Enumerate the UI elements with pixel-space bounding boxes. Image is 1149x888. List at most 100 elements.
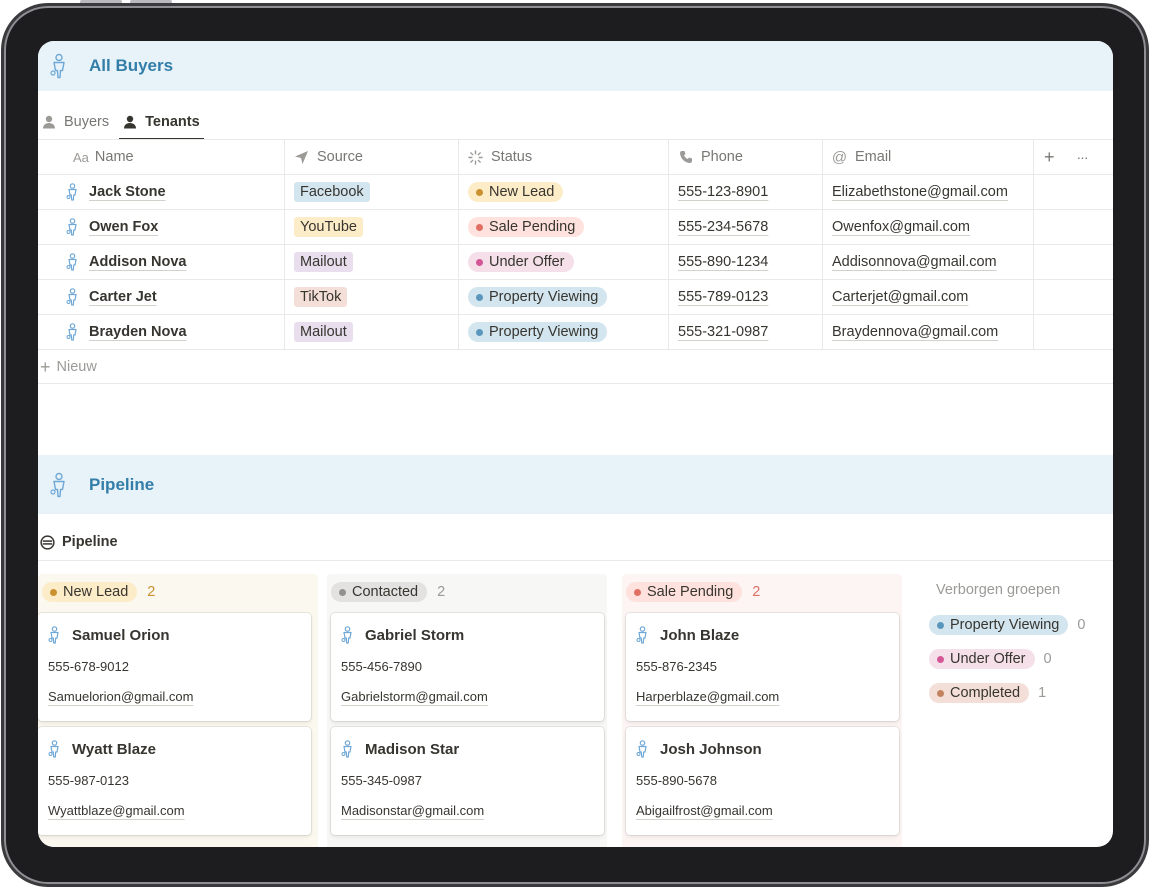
card-email[interactable]: Abigailfrost@gmail.com [636, 803, 899, 818]
email-value[interactable]: Addisonnova@gmail.com [832, 254, 997, 270]
card-email[interactable]: Wyattblaze@gmail.com [48, 803, 311, 818]
card-email[interactable]: Gabrielstorm@gmail.com [341, 689, 604, 704]
table-row[interactable]: Jack Stone Facebook New Lead 555-123-890… [38, 175, 1113, 210]
phone-cell[interactable]: 555-789-0123 [669, 280, 823, 314]
source-tag: YouTube [294, 217, 363, 237]
board-card[interactable]: John Blaze 555-876-2345 Harperblaze@gmai… [626, 613, 899, 721]
hidden-group-item[interactable]: Property Viewing 0 [929, 614, 1085, 636]
name-cell[interactable]: Carter Jet [38, 280, 285, 314]
status-cell[interactable]: New Lead [459, 175, 669, 209]
loading-spinner-icon [468, 149, 483, 165]
column-source-label: Source [317, 149, 363, 165]
status-pill: New Lead [468, 182, 564, 202]
phone-cell[interactable]: 555-123-8901 [669, 175, 823, 209]
phone-cell[interactable]: 555-321-0987 [669, 315, 823, 349]
table-row[interactable]: Owen Fox YouTube Sale Pending 555-234-56… [38, 210, 1113, 245]
email-cell[interactable]: Elizabethstone@gmail.com [823, 175, 1034, 209]
column-header-source[interactable]: Source [285, 140, 459, 174]
email-value[interactable]: Owenfox@gmail.com [832, 219, 970, 235]
plus-icon: + [40, 356, 51, 377]
column-header[interactable]: Contacted 2 [327, 574, 607, 610]
email-value[interactable]: Carterjet@gmail.com [832, 289, 968, 305]
tab-tenants[interactable]: Tenants [119, 103, 204, 140]
person-with-key-icon [50, 53, 65, 79]
phone-value[interactable]: 555-234-5678 [678, 219, 768, 235]
card-title: John Blaze [636, 625, 899, 645]
table-row[interactable]: Addison Nova Mailout Under Offer 555-890… [38, 245, 1113, 280]
email-cell[interactable]: Carterjet@gmail.com [823, 280, 1034, 314]
more-options-button[interactable]: ··· [1077, 149, 1089, 165]
pipeline-database-header: Pipeline [38, 455, 1113, 514]
row-name: Addison Nova [89, 254, 187, 270]
tab-pipeline-board[interactable]: Pipeline [40, 525, 118, 559]
group-label: Sale Pending [647, 584, 734, 600]
group-dot [937, 689, 944, 697]
phone-cell[interactable]: 555-890-1234 [669, 245, 823, 279]
card-email[interactable]: Samuelorion@gmail.com [48, 689, 311, 704]
source-cell[interactable]: YouTube [285, 210, 459, 244]
add-property-button[interactable]: + [1044, 147, 1055, 168]
column-header-email[interactable]: @ Email [823, 140, 1034, 174]
name-cell[interactable]: Brayden Nova [38, 315, 285, 349]
board-tab-label: Pipeline [62, 534, 118, 550]
hidden-group-item[interactable]: Under Offer 0 [929, 648, 1085, 670]
phone-value[interactable]: 555-123-8901 [678, 184, 768, 200]
status-cell[interactable]: Property Viewing [459, 280, 669, 314]
phone-value[interactable]: 555-890-1234 [678, 254, 768, 270]
phone-value[interactable]: 555-789-0123 [678, 289, 768, 305]
column-header-name[interactable]: Aa Name [38, 140, 285, 174]
status-cell[interactable]: Under Offer [459, 245, 669, 279]
column-header-status[interactable]: Status [459, 140, 669, 174]
person-with-key-icon [66, 218, 77, 236]
table-row[interactable]: Carter Jet TikTok Property Viewing 555-7… [38, 280, 1113, 315]
group-dot [937, 655, 944, 663]
name-cell[interactable]: Jack Stone [38, 175, 285, 209]
board-card[interactable]: Josh Johnson 555-890-5678 Abigailfrost@g… [626, 727, 899, 835]
card-phone: 555-345-0987 [341, 773, 422, 788]
email-value[interactable]: Braydennova@gmail.com [832, 324, 998, 340]
source-cell[interactable]: Mailout [285, 245, 459, 279]
board-card[interactable]: Madison Star 555-345-0987 Madisonstar@gm… [331, 727, 604, 835]
card-phone: 555-678-9012 [48, 659, 129, 674]
phone-value[interactable]: 555-321-0987 [678, 324, 768, 340]
status-cell[interactable]: Sale Pending [459, 210, 669, 244]
email-cell[interactable]: Braydennova@gmail.com [823, 315, 1034, 349]
status-dot [476, 188, 483, 196]
source-tag: Mailout [294, 322, 353, 342]
card-name: Gabriel Storm [365, 626, 465, 644]
tab-buyers-label: Buyers [64, 113, 110, 130]
row-name: Jack Stone [89, 184, 166, 200]
column-header[interactable]: Sale Pending 2 [622, 574, 902, 610]
board-card[interactable]: Wyatt Blaze 555-987-0123 Wyattblaze@gmai… [38, 727, 311, 835]
status-label: Sale Pending [489, 219, 576, 235]
status-dot [476, 293, 483, 301]
person-with-key-icon [66, 288, 77, 306]
phone-cell[interactable]: 555-234-5678 [669, 210, 823, 244]
column-header[interactable]: New Lead 2 [38, 574, 318, 610]
hidden-group-item[interactable]: Completed 1 [929, 682, 1085, 704]
email-value[interactable]: Elizabethstone@gmail.com [832, 184, 1008, 200]
source-cell[interactable]: Facebook [285, 175, 459, 209]
group-label: Property Viewing [950, 617, 1060, 633]
card-email[interactable]: Harperblaze@gmail.com [636, 689, 899, 704]
email-cell[interactable]: Addisonnova@gmail.com [823, 245, 1034, 279]
group-pill: New Lead [42, 582, 138, 602]
email-cell[interactable]: Owenfox@gmail.com [823, 210, 1034, 244]
card-email[interactable]: Madisonstar@gmail.com [341, 803, 604, 818]
column-header-phone[interactable]: Phone [669, 140, 823, 174]
person-with-key-icon [66, 183, 77, 201]
tab-buyers[interactable]: Buyers [38, 103, 113, 140]
name-cell[interactable]: Owen Fox [38, 210, 285, 244]
status-dot [476, 258, 483, 266]
status-label: Under Offer [489, 254, 565, 270]
source-cell[interactable]: TikTok [285, 280, 459, 314]
new-row-button[interactable]: + Nieuw [38, 350, 1113, 384]
status-cell[interactable]: Property Viewing [459, 315, 669, 349]
table-row[interactable]: Brayden Nova Mailout Property Viewing 55… [38, 315, 1113, 350]
group-count: 1 [1038, 685, 1047, 701]
source-cell[interactable]: Mailout [285, 315, 459, 349]
board-card[interactable]: Gabriel Storm 555-456-7890 Gabrielstorm@… [331, 613, 604, 721]
row-name: Owen Fox [89, 219, 159, 235]
board-card[interactable]: Samuel Orion 555-678-9012 Samuelorion@gm… [38, 613, 311, 721]
name-cell[interactable]: Addison Nova [38, 245, 285, 279]
